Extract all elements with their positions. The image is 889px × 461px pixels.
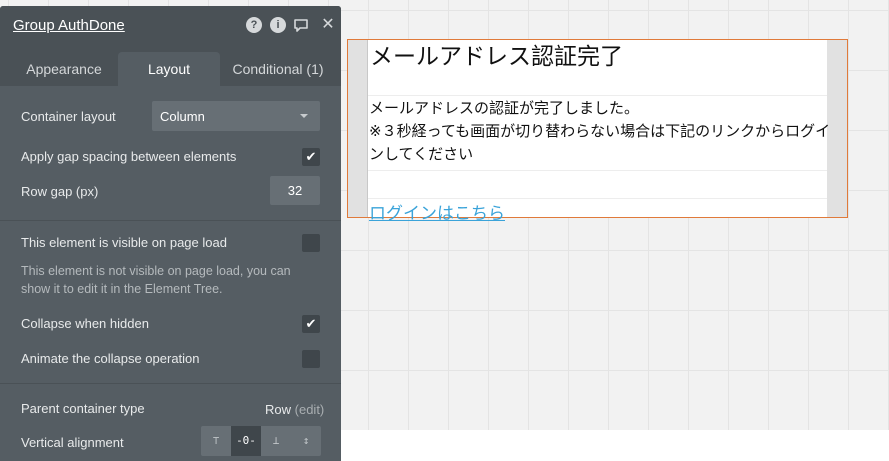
collapse-hidden-checkbox[interactable]: ✔ — [302, 315, 320, 333]
auth-complete-message[interactable]: メールアドレスの認証が完了しました。 ※３秒経っても画面が切り替わらない場合は下… — [369, 97, 844, 166]
tab-appearance[interactable]: Appearance — [10, 52, 118, 86]
group-padding-left — [348, 40, 368, 217]
checkmark-icon: ✔ — [305, 316, 317, 331]
align-center-icon[interactable]: -0- — [231, 426, 261, 456]
comment-icon[interactable] — [293, 17, 309, 33]
parent-container-edit-link[interactable]: (edit) — [295, 402, 325, 417]
parent-container-type: Row — [265, 402, 292, 417]
row-gap-input[interactable]: 32 — [270, 176, 320, 205]
parent-container-label: Parent container type — [21, 401, 145, 416]
panel-header: Group AuthDone ? i ✕ — [0, 6, 341, 44]
collapse-hidden-label: Collapse when hidden — [21, 316, 149, 331]
chevron-down-icon — [300, 114, 308, 118]
container-layout-label: Container layout — [21, 109, 116, 124]
row-gap-label: Row gap (px) — [21, 184, 99, 199]
checkmark-icon: ✔ — [305, 149, 317, 164]
container-layout-value: Column — [160, 109, 205, 124]
tab-layout[interactable]: Layout — [118, 52, 220, 86]
help-icon[interactable]: ? — [246, 17, 262, 33]
tab-conditional[interactable]: Conditional (1) — [222, 52, 334, 86]
row-separator — [368, 170, 827, 171]
align-stretch-icon[interactable]: ↕ — [291, 426, 321, 456]
property-editor-panel: Group AuthDone ? i ✕ Appearance Layout C… — [0, 6, 341, 461]
element-name[interactable]: Group AuthDone — [13, 17, 125, 34]
align-bottom-icon[interactable]: ⊥ — [261, 426, 291, 456]
close-icon[interactable]: ✕ — [320, 17, 336, 33]
visible-on-load-checkbox[interactable] — [302, 234, 320, 252]
gap-spacing-checkbox[interactable]: ✔ — [302, 148, 320, 166]
vertical-alignment-label: Vertical alignment — [21, 435, 124, 450]
align-top-icon[interactable]: ⊤ — [201, 426, 231, 456]
visible-on-load-label: This element is visible on page load — [21, 235, 227, 250]
vertical-alignment-buttons: ⊤ -0- ⊥ ↕ — [201, 426, 321, 456]
row-separator — [368, 95, 827, 96]
animate-collapse-label: Animate the collapse operation — [21, 351, 200, 366]
login-link[interactable]: ログインはこちら — [369, 199, 505, 224]
message-line-1: メールアドレスの認証が完了しました。 — [369, 99, 640, 117]
panel-tabs: Appearance Layout Conditional (1) — [0, 44, 341, 86]
group-authdone[interactable]: メールアドレス認証完了 メールアドレスの認証が完了しました。 ※３秒経っても画面… — [347, 37, 848, 224]
parent-container-value: Row (edit) — [265, 402, 324, 417]
animate-collapse-checkbox[interactable] — [302, 350, 320, 368]
message-line-2: ※３秒経っても画面が切り替わらない場合は下記のリンクからログインしてください — [369, 122, 831, 163]
heading-auth-complete[interactable]: メールアドレス認証完了 — [370, 37, 623, 71]
section-divider — [0, 220, 341, 221]
info-icon[interactable]: i — [270, 17, 286, 33]
visibility-hint: This element is not visible on page load… — [21, 264, 291, 296]
gap-spacing-label: Apply gap spacing between elements — [21, 149, 237, 164]
container-layout-select[interactable]: Column — [152, 101, 320, 131]
section-divider — [0, 383, 341, 384]
